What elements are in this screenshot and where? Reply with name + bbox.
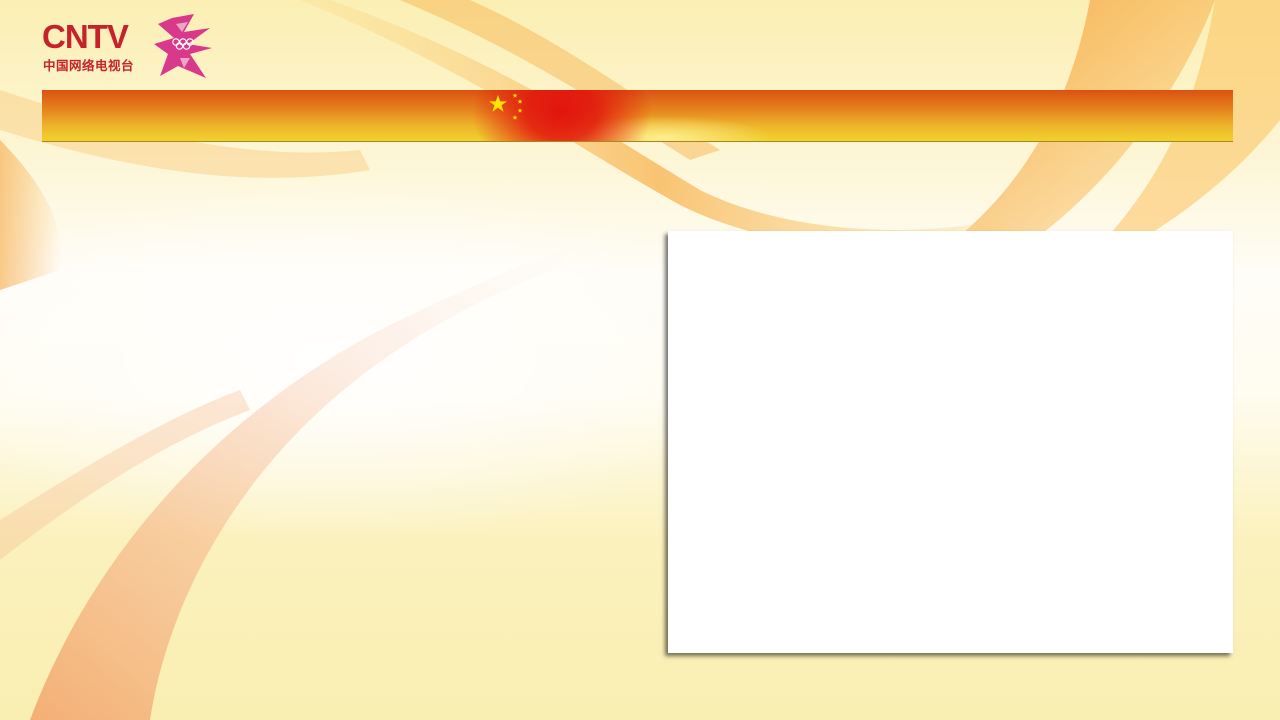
cntv-logo: CNTV 中国网络电视台	[42, 14, 217, 80]
china-flag-stars-icon	[489, 93, 523, 120]
content-panel	[668, 231, 1233, 653]
london-2012-olympic-emblem-icon	[154, 14, 212, 78]
slide-background: CNTV 中国网络电视台	[0, 0, 1280, 720]
logo-chinese-subtitle: 中国网络电视台	[43, 58, 135, 73]
logo-brand-text: CNTV	[42, 18, 129, 55]
header-banner	[42, 90, 1233, 142]
